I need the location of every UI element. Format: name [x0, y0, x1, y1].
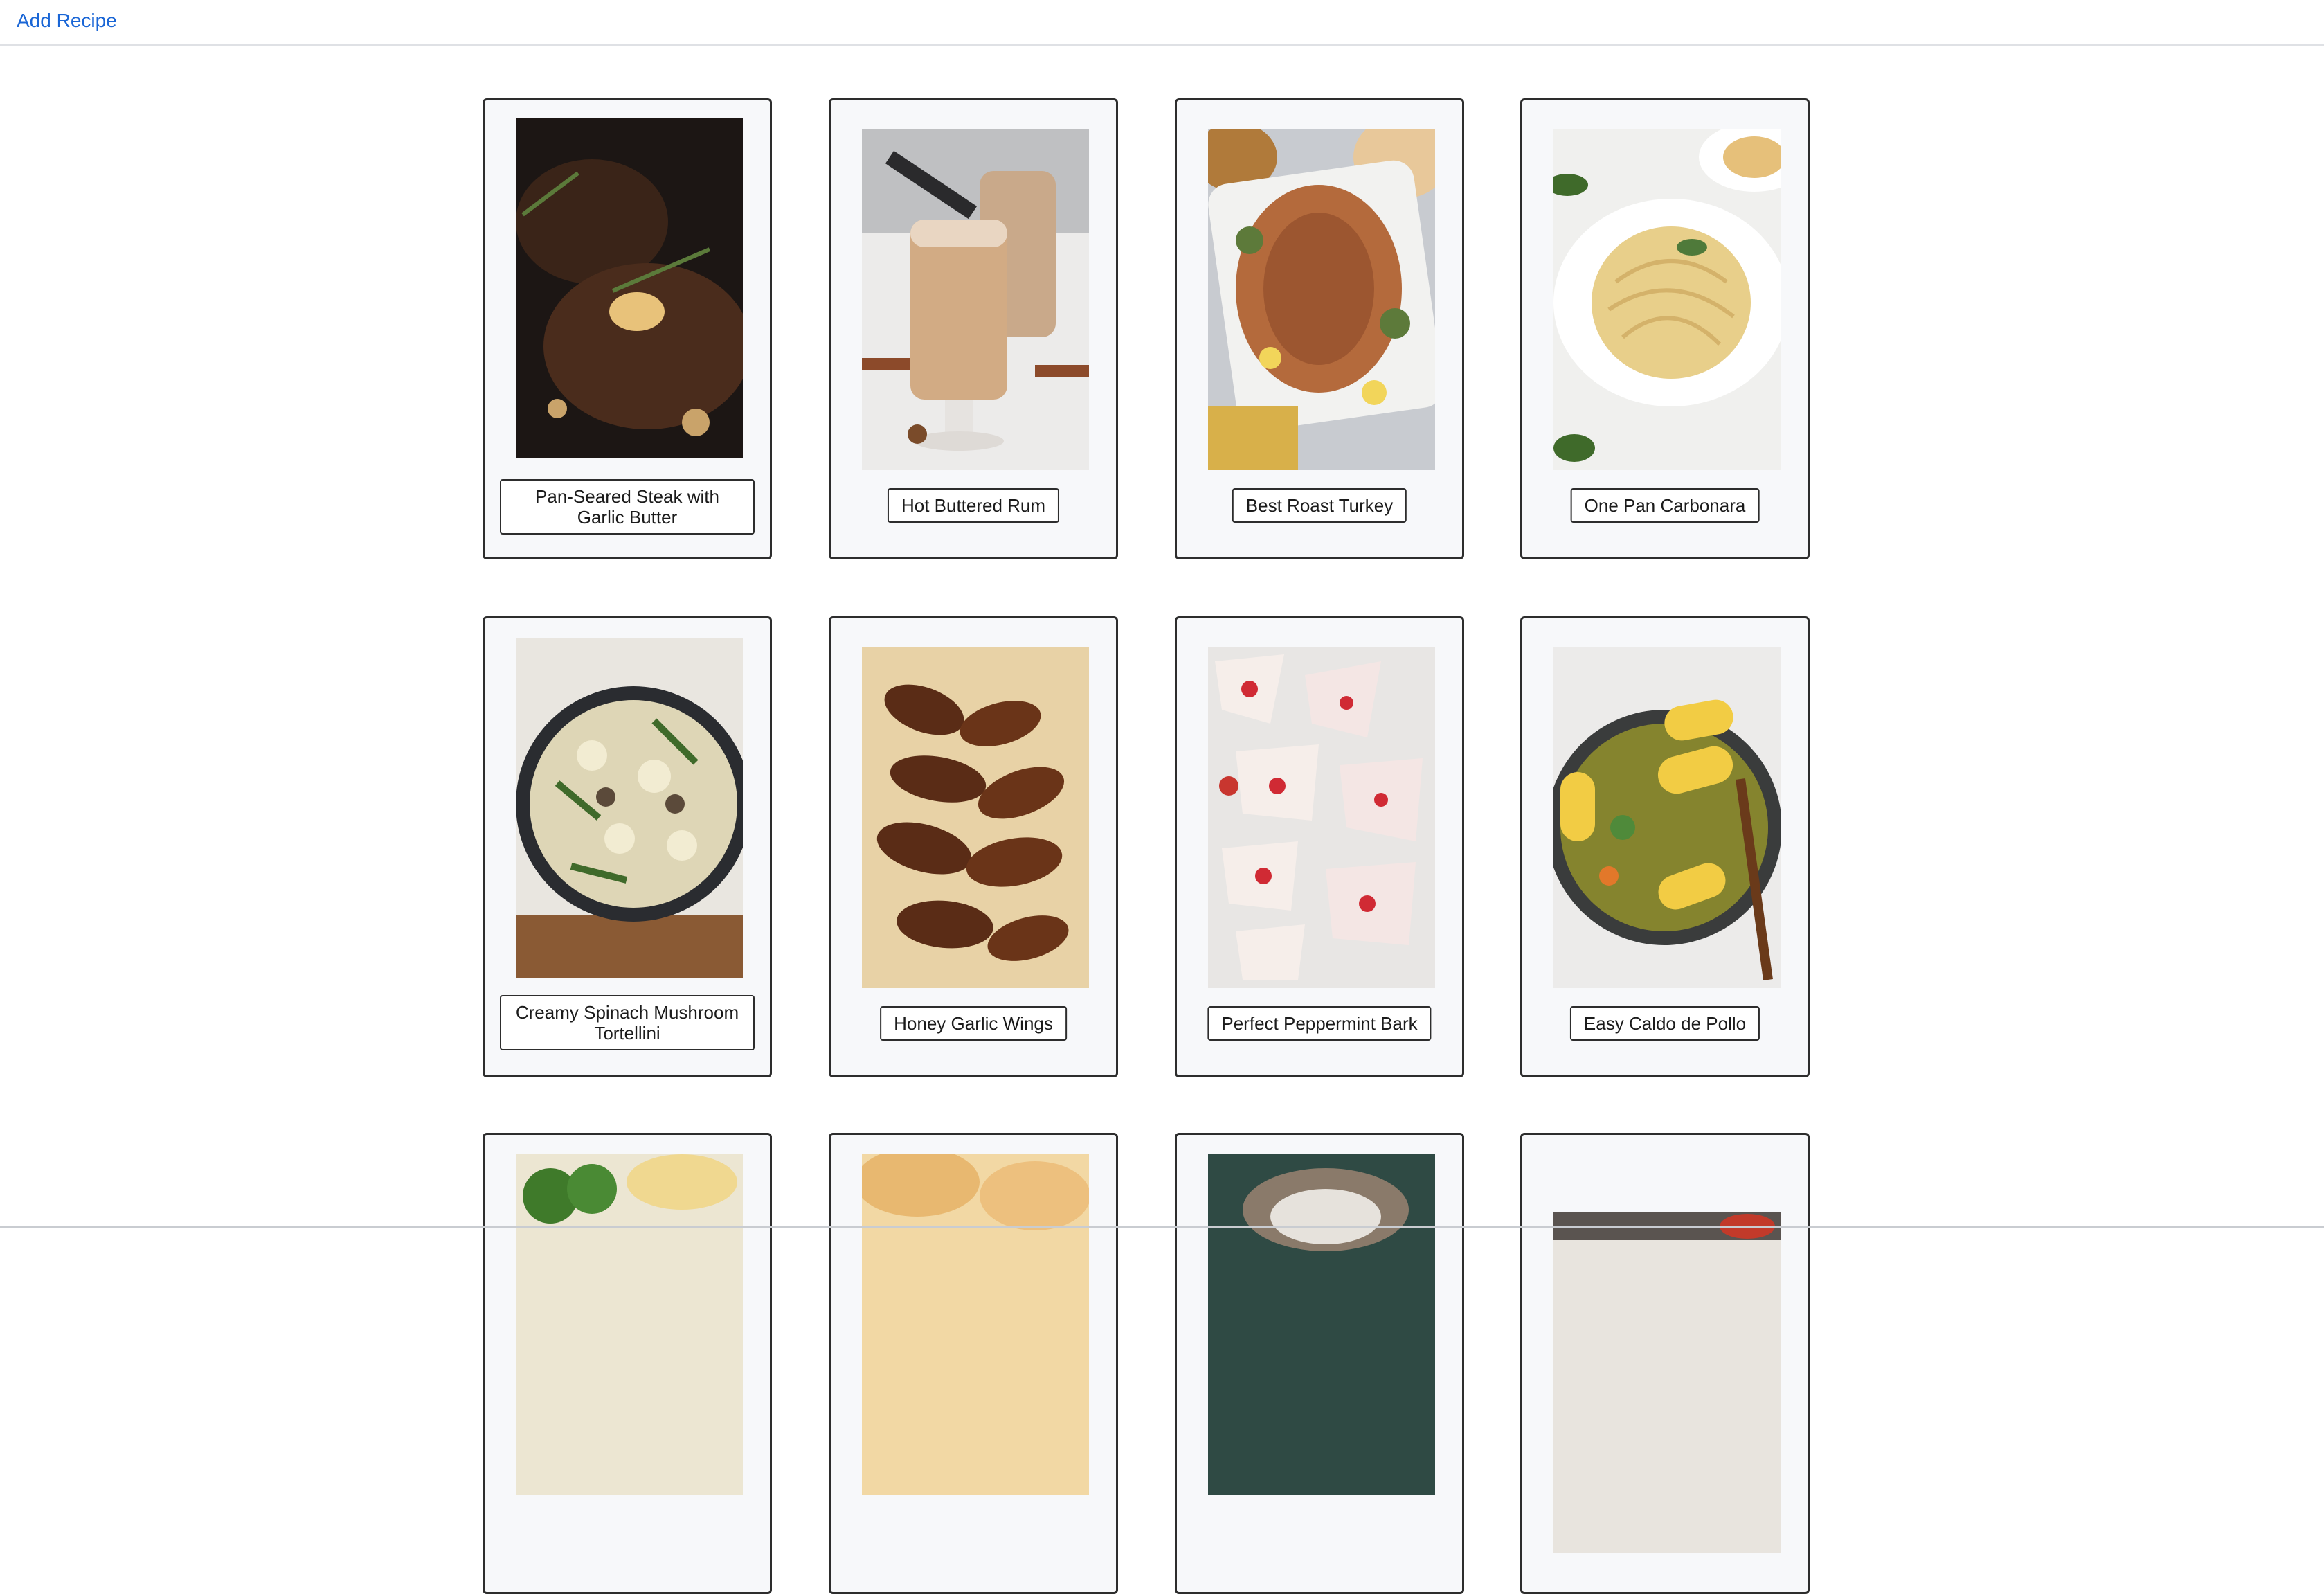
- steak-photo[interactable]: [516, 118, 743, 458]
- top-nav-bar: Add Recipe: [0, 0, 2324, 46]
- soup-photo[interactable]: [1553, 647, 1781, 988]
- wings-photo[interactable]: [862, 647, 1089, 988]
- recipe-card: [1520, 1133, 1810, 1594]
- bark-photo[interactable]: [1208, 647, 1435, 988]
- recipe-card: [483, 1133, 772, 1594]
- recipe-card: [829, 1133, 1118, 1594]
- recipe-card: Pan-Seared Steak with Garlic Butter: [483, 98, 772, 559]
- recipe-title-button[interactable]: Pan-Seared Steak with Garlic Butter: [500, 479, 755, 535]
- recipe-title-button[interactable]: Creamy Spinach Mushroom Tortellini: [500, 995, 755, 1050]
- recipe-title-button[interactable]: Hot Buttered Rum: [887, 488, 1060, 523]
- recipe-card: Easy Caldo de Pollo: [1520, 616, 1810, 1077]
- recipe-card: [1175, 1133, 1464, 1594]
- broccoli-photo[interactable]: [516, 1154, 743, 1495]
- recipe-title-button[interactable]: Honey Garlic Wings: [880, 1006, 1067, 1041]
- add-recipe-link[interactable]: Add Recipe: [17, 10, 117, 32]
- recipe-title-button[interactable]: Best Roast Turkey: [1232, 488, 1407, 523]
- dish-photo[interactable]: [1553, 1212, 1781, 1553]
- turkey-photo[interactable]: [1208, 129, 1435, 470]
- recipe-card: Creamy Spinach Mushroom Tortellini: [483, 616, 772, 1077]
- bread-photo[interactable]: [862, 1154, 1089, 1495]
- recipe-card: Perfect Peppermint Bark: [1175, 616, 1464, 1077]
- drink-photo[interactable]: [862, 129, 1089, 470]
- recipe-title-button[interactable]: One Pan Carbonara: [1570, 488, 1760, 523]
- recipe-card: One Pan Carbonara: [1520, 98, 1810, 559]
- recipe-title-button[interactable]: Easy Caldo de Pollo: [1569, 1006, 1760, 1041]
- recipe-card: Hot Buttered Rum: [829, 98, 1118, 559]
- basket-photo[interactable]: [1208, 1154, 1435, 1495]
- tortellini-photo[interactable]: [516, 638, 743, 978]
- recipe-card: Best Roast Turkey: [1175, 98, 1464, 559]
- pasta-photo[interactable]: [1553, 129, 1781, 470]
- recipe-title-button[interactable]: Perfect Peppermint Bark: [1207, 1006, 1432, 1041]
- recipe-card: Honey Garlic Wings: [829, 616, 1118, 1077]
